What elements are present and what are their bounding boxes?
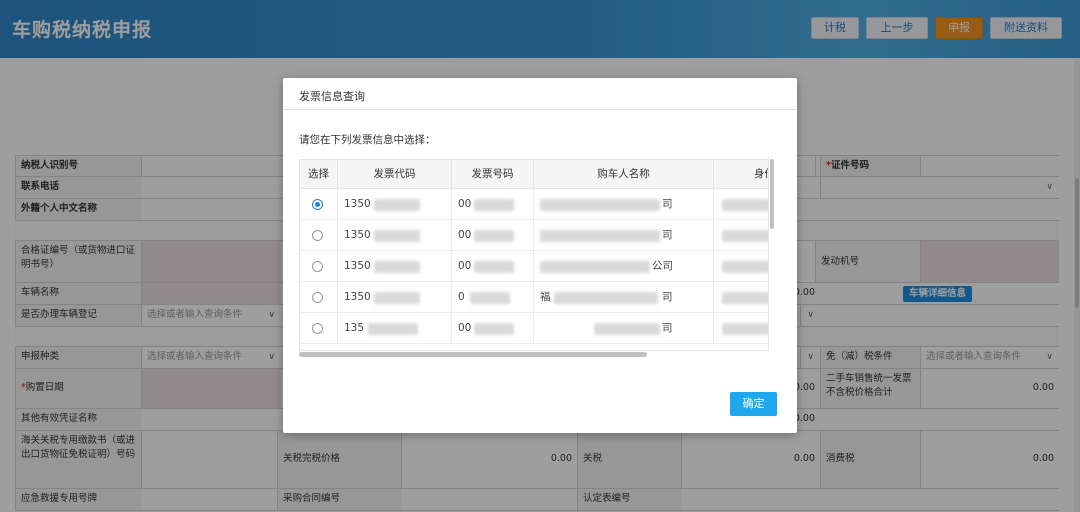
table-row[interactable]: 1350 0 福司 (300, 282, 768, 313)
row-radio-cell[interactable] (300, 189, 338, 220)
invoice-code-cell: 1350 (338, 251, 452, 282)
invoice-code-cell: 135 (338, 313, 452, 344)
id-cell (714, 282, 768, 313)
table-vertical-scrollbar-thumb[interactable] (770, 159, 774, 229)
invoice-code-cell: 1350 (338, 189, 452, 220)
buyer-name-cell: 司 (534, 220, 714, 251)
redacted-block (540, 261, 650, 273)
redacted-block (374, 199, 420, 211)
id-cell (714, 313, 768, 344)
invoice-code-cell: 1350 (338, 220, 452, 251)
buyer-name-cell: 司 (534, 313, 714, 344)
invoice-query-dialog: 发票信息查询 请您在下列发票信息中选择： 选择 发票代码 发票号码 购车人名称 … (283, 78, 797, 433)
table-row[interactable]: 1350 00 司 (300, 220, 768, 251)
redacted-block (474, 323, 514, 335)
redacted-block (374, 292, 420, 304)
invoice-number-cell: 00 (452, 313, 534, 344)
column-header: 购车人名称 (534, 160, 714, 189)
buyer-name-cell: 司 (534, 189, 714, 220)
radio-button[interactable] (312, 323, 323, 334)
redacted-block (554, 292, 658, 304)
redacted-block (722, 261, 768, 273)
invoice-number-cell: 00 (452, 189, 534, 220)
column-header: 选择 (300, 160, 338, 189)
column-header: 发票代码 (338, 160, 452, 189)
redacted-block (374, 230, 420, 242)
radio-button[interactable] (312, 230, 323, 241)
redacted-block (368, 323, 418, 335)
redacted-block (722, 292, 768, 304)
table-horizontal-scrollbar-thumb[interactable] (299, 352, 647, 357)
row-radio-cell[interactable] (300, 313, 338, 344)
redacted-block (474, 261, 514, 273)
row-radio-cell[interactable] (300, 220, 338, 251)
column-header: 身份 (714, 160, 768, 189)
radio-button-selected[interactable] (312, 199, 323, 210)
confirm-button[interactable]: 确定 (730, 392, 777, 416)
invoice-number-cell: 0 (452, 282, 534, 313)
invoice-table-header: 选择 发票代码 发票号码 购车人名称 身份 (300, 160, 768, 189)
dialog-divider (283, 109, 797, 110)
id-cell (714, 220, 768, 251)
row-radio-cell[interactable] (300, 282, 338, 313)
radio-button[interactable] (312, 261, 323, 272)
redacted-block (474, 230, 514, 242)
redacted-block (470, 292, 510, 304)
redacted-block (594, 323, 660, 335)
table-row[interactable]: 135 00 司 (300, 313, 768, 344)
column-header: 发票号码 (452, 160, 534, 189)
redacted-block (722, 230, 768, 242)
table-vertical-scrollbar[interactable] (769, 159, 775, 229)
invoice-code-cell: 1350 (338, 282, 452, 313)
id-cell (714, 189, 768, 220)
dialog-prompt: 请您在下列发票信息中选择： (299, 134, 436, 146)
invoice-number-cell: 00 (452, 220, 534, 251)
invoice-number-cell: 00 (452, 251, 534, 282)
buyer-name-cell: 福司 (534, 282, 714, 313)
buyer-name-cell: 公司 (534, 251, 714, 282)
dialog-title: 发票信息查询 (299, 90, 365, 103)
redacted-block (722, 199, 768, 211)
redacted-block (540, 230, 660, 242)
table-row[interactable]: 1350 00 公司 (300, 251, 768, 282)
id-cell (714, 251, 768, 282)
table-horizontal-scrollbar[interactable] (299, 352, 769, 357)
redacted-block (374, 261, 420, 273)
radio-button[interactable] (312, 292, 323, 303)
invoice-table: 选择 发票代码 发票号码 购车人名称 身份 1350 00 司 1350 00 … (299, 159, 769, 351)
redacted-block (474, 199, 514, 211)
redacted-block (540, 199, 660, 211)
redacted-block (722, 323, 768, 335)
table-row[interactable]: 1350 00 司 (300, 189, 768, 220)
row-radio-cell[interactable] (300, 251, 338, 282)
